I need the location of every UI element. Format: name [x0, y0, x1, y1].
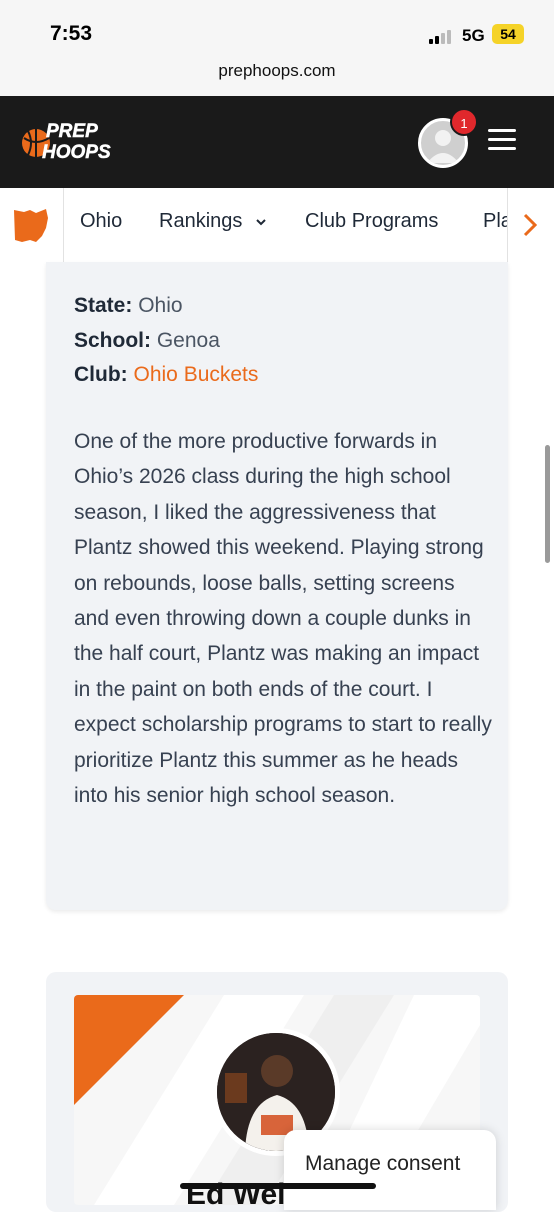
state-row: State: Ohio — [74, 294, 183, 318]
nav-item-rankings-label: Rankings — [159, 210, 243, 232]
menu-icon[interactable] — [488, 129, 516, 151]
chevron-down-icon — [256, 219, 266, 226]
state-sub-nav: Ohio Rankings Club Programs Pla — [0, 188, 554, 263]
status-time: 7:53 — [50, 22, 93, 45]
school-value: Genoa — [156, 329, 220, 352]
state-value: Ohio — [138, 294, 183, 317]
nav-scroll-right-button[interactable] — [507, 188, 554, 262]
network-type: 5G — [462, 26, 485, 45]
nav-item-rankings[interactable]: Rankings — [159, 210, 268, 233]
notification-badge[interactable]: 1 — [450, 108, 478, 136]
prephoops-logo[interactable]: PREP HOOPS — [22, 118, 134, 164]
home-indicator — [180, 1183, 376, 1189]
club-label: Club: — [74, 363, 128, 386]
url-bar[interactable]: prephoops.com — [0, 56, 554, 96]
svg-text:HOOPS: HOOPS — [42, 142, 111, 163]
school-label: School: — [74, 329, 151, 352]
signal-icon — [429, 28, 455, 44]
nav-divider — [63, 188, 64, 262]
ohio-state-icon[interactable] — [12, 206, 50, 244]
nav-item-ohio[interactable]: Ohio — [80, 210, 122, 233]
svg-text:PREP: PREP — [46, 121, 98, 142]
nav-item-club-programs[interactable]: Club Programs — [305, 210, 438, 233]
player-bio: One of the more productive forwards in O… — [74, 430, 492, 808]
chevron-right-icon — [523, 213, 538, 237]
status-bar: 7:53 5G 54 — [0, 0, 554, 56]
club-link[interactable]: Ohio Buckets — [134, 363, 259, 386]
school-row: School: Genoa — [74, 329, 220, 353]
state-label: State: — [74, 294, 133, 317]
page-scrollbar[interactable] — [545, 445, 550, 563]
club-row: Club: Ohio Buckets — [74, 363, 258, 387]
battery-icon: 54 — [492, 24, 524, 44]
manage-consent-button[interactable]: Manage consent — [284, 1130, 496, 1210]
